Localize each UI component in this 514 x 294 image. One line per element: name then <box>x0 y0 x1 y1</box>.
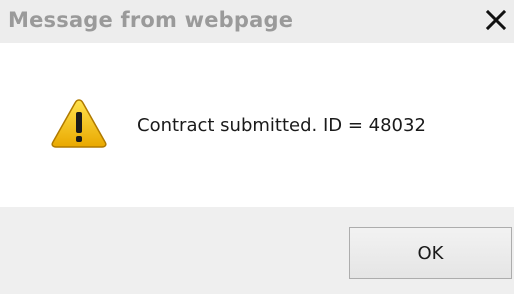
close-icon <box>485 9 507 31</box>
dialog-title: Message from webpage <box>8 8 294 32</box>
warning-icon <box>51 99 107 148</box>
dialog-titlebar[interactable]: Message from webpage <box>0 0 514 43</box>
dialog-button-bar: OK <box>0 207 514 294</box>
close-button[interactable] <box>482 6 510 34</box>
message-dialog: Message from webpage Contract submitted.… <box>0 0 514 294</box>
dialog-message: Contract submitted. ID = 48032 <box>137 115 426 136</box>
dialog-body: Contract submitted. ID = 48032 <box>0 43 514 207</box>
ok-button[interactable]: OK <box>349 227 512 279</box>
